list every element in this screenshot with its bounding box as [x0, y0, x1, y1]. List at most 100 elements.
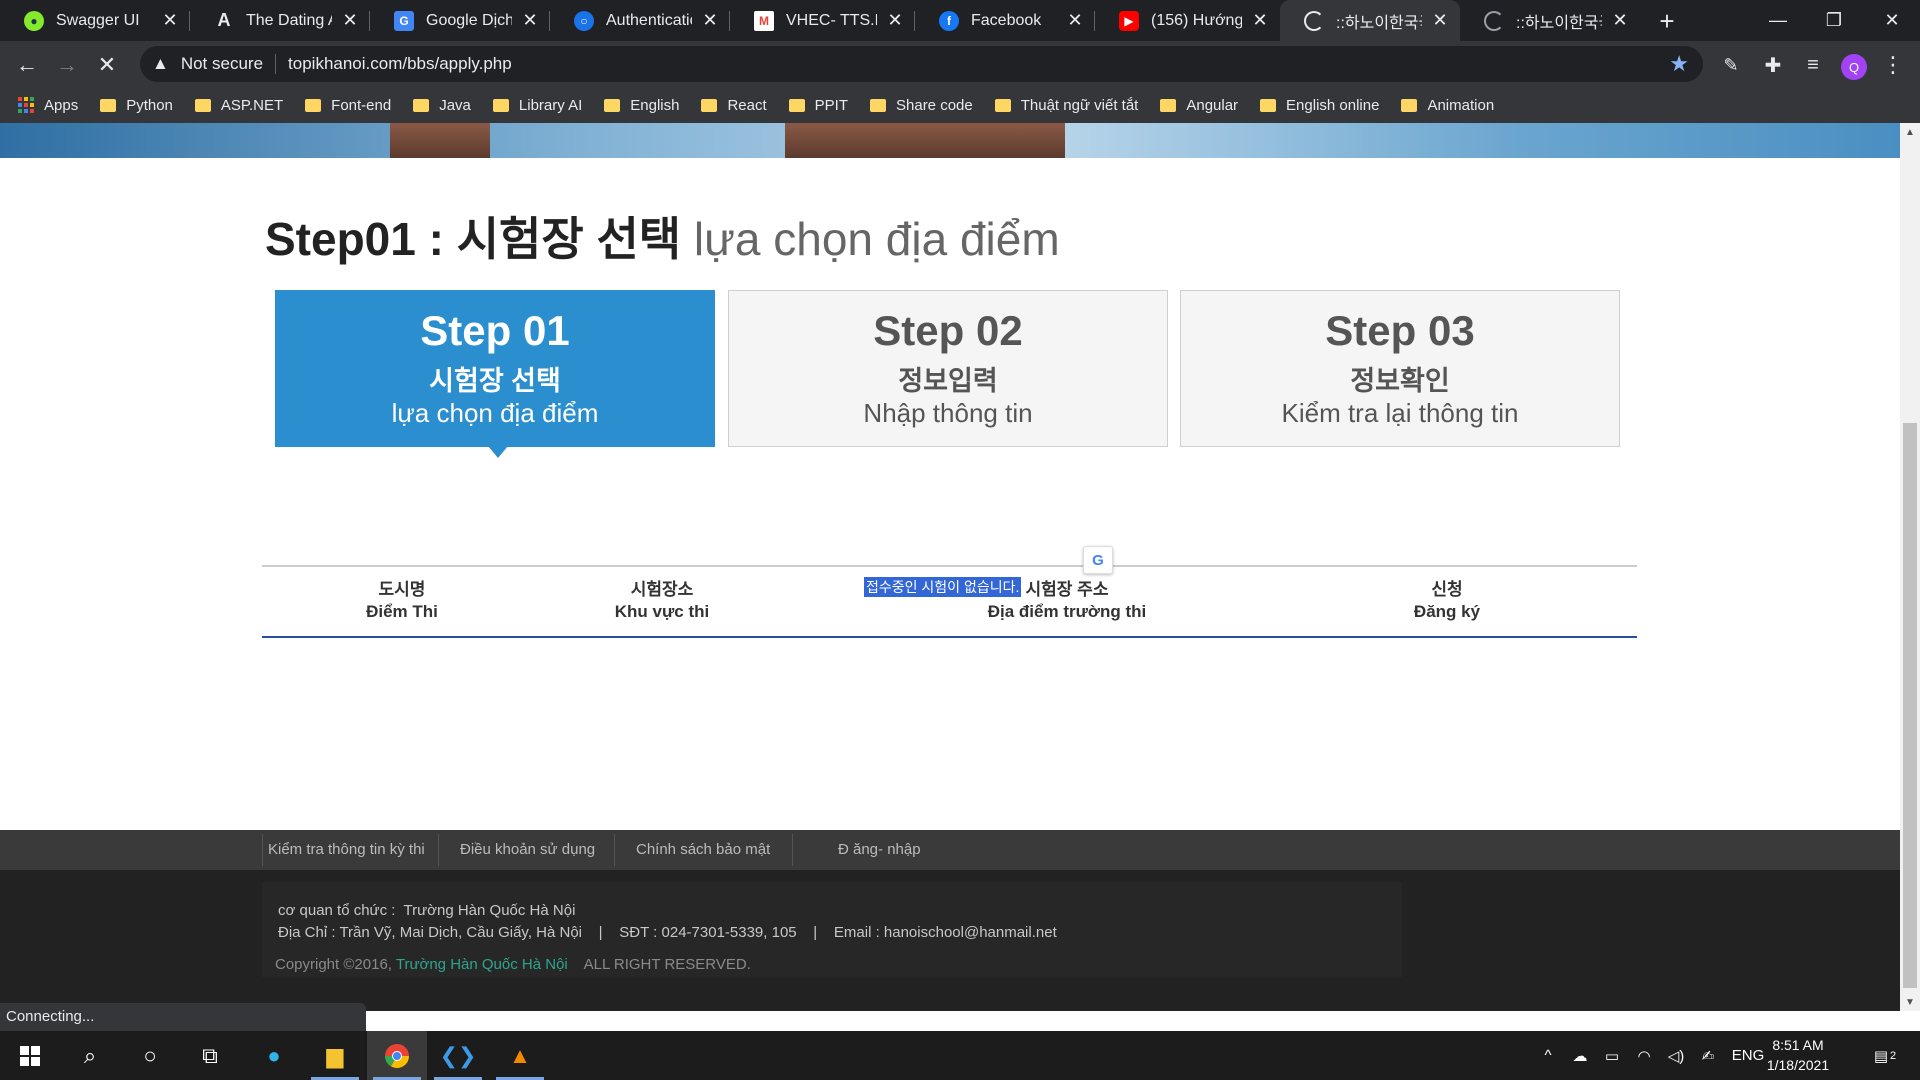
page-title-vietnamese: lựa chọn địa điểm: [693, 213, 1060, 265]
bookmark-english-online[interactable]: English online: [1260, 97, 1379, 114]
folder-icon: [100, 98, 117, 112]
bookmark-library-ai[interactable]: Library AI: [492, 96, 583, 114]
close-window-button[interactable]: ✕: [1864, 0, 1920, 41]
tab-topik-active[interactable]: ::하노이한국국 ✕: [1280, 0, 1460, 41]
close-icon[interactable]: ✕: [1250, 10, 1270, 31]
bookmark-share-code[interactable]: Share code: [870, 97, 973, 114]
bookmark-label: ASP.NET: [220, 96, 284, 114]
step-01-box[interactable]: Step 01 시험장 선택 lựa chọn địa điểm: [275, 290, 715, 458]
folder-icon: [413, 98, 430, 112]
tab-topik[interactable]: ::하노이한국국 ✕: [1460, 0, 1640, 41]
close-icon[interactable]: ✕: [1430, 10, 1450, 31]
file-explorer-icon[interactable]: ▆: [305, 1031, 365, 1080]
task-view-icon[interactable]: ⧉: [180, 1031, 240, 1080]
pen-extension-icon[interactable]: ✎: [1714, 48, 1748, 82]
vlc-icon[interactable]: ▲: [490, 1031, 550, 1080]
more-menu-icon[interactable]: ⋮: [1876, 48, 1910, 82]
bookmark-react[interactable]: React: [701, 97, 767, 114]
security-label[interactable]: Not secure: [181, 54, 263, 74]
empty-table-message: 접수중인 시험이 없습니다.: [864, 577, 1022, 597]
cortana-icon[interactable]: ○: [120, 1031, 180, 1080]
tab-title: Google Dịch: [426, 11, 512, 29]
clock-date: 1/18/2021: [1766, 1057, 1830, 1073]
footer-org-label: cơ quan tổ chức :: [278, 902, 396, 919]
copyright-prefix: Copyright ©2016,: [275, 956, 392, 973]
page-scrollbar[interactable]: ▲ ▼: [1900, 123, 1920, 1011]
close-icon[interactable]: ✕: [1610, 10, 1630, 31]
column-header-korean: 신청: [1431, 580, 1463, 599]
search-icon[interactable]: ⌕: [60, 1031, 120, 1080]
close-icon[interactable]: ✕: [885, 10, 905, 31]
minimize-button[interactable]: —: [1750, 0, 1806, 41]
onedrive-icon[interactable]: ☁: [1564, 1031, 1596, 1080]
bookmark-label: English: [630, 96, 680, 114]
footer-link-privacy[interactable]: Chính sách bảo mật: [636, 830, 770, 870]
forward-button[interactable]: →: [50, 48, 84, 82]
google-translate-popup-icon[interactable]: G: [1083, 546, 1113, 574]
taskbar-clock[interactable]: 8:51 AM 1/18/2021: [1760, 1035, 1836, 1075]
step-number: Step 03: [1325, 307, 1475, 354]
volume-icon[interactable]: ◁): [1660, 1031, 1692, 1080]
step-02-box[interactable]: Step 02 정보입력 Nhập thông tin: [728, 290, 1168, 447]
footer-email-value[interactable]: hanoischool@hanmail.net: [884, 924, 1057, 941]
tab-facebook[interactable]: f Facebook ✕: [915, 0, 1095, 41]
bookmark-aspnet[interactable]: ASP.NET: [194, 96, 284, 114]
bookmark-angular[interactable]: Angular: [1160, 97, 1238, 114]
tab-google-translate[interactable]: G Google Dịch ✕: [370, 0, 550, 41]
bookmark-apps[interactable]: Apps: [18, 97, 78, 114]
tab-youtube[interactable]: ▶ (156) Hướng dẫn ✕: [1095, 0, 1280, 41]
scroll-down-arrow-icon[interactable]: ▼: [1900, 993, 1920, 1011]
close-icon[interactable]: ✕: [160, 10, 180, 31]
tab-authentication[interactable]: ○ Authentication ✕: [550, 0, 730, 41]
bookmark-label: Apps: [44, 96, 79, 114]
tab-vhec[interactable]: M VHEC- TTS.NET ✕: [730, 0, 915, 41]
bookmark-ppit[interactable]: PPIT: [788, 97, 848, 114]
scrollbar-thumb[interactable]: [1903, 423, 1917, 988]
extensions-puzzle-icon[interactable]: ✚: [1756, 48, 1790, 82]
url-text[interactable]: topikhanoi.com/bbs/apply.php: [288, 54, 512, 74]
step-03-box[interactable]: Step 03 정보확인 Kiểm tra lại thông tin: [1180, 290, 1620, 447]
tray-expand-icon[interactable]: ^: [1532, 1031, 1564, 1080]
address-bar[interactable]: ▲ Not secure topikhanoi.com/bbs/apply.ph…: [140, 46, 1703, 82]
warning-icon[interactable]: ▲: [152, 54, 169, 74]
vscode-icon[interactable]: ❮❯: [428, 1031, 488, 1080]
profile-avatar[interactable]: Q: [1841, 54, 1867, 80]
stop-loading-button[interactable]: ✕: [90, 48, 124, 82]
pen-workspace-icon[interactable]: ✍: [1692, 1031, 1724, 1080]
bookmark-star-icon[interactable]: ★: [1669, 51, 1689, 77]
folder-icon: [1401, 98, 1418, 112]
battery-icon[interactable]: ▭: [1596, 1031, 1628, 1080]
copyright-link[interactable]: Trường Hàn Quốc Hà Nội: [396, 956, 568, 973]
footer-email-label: Email :: [833, 924, 880, 941]
bookmark-font-end[interactable]: Font-end: [305, 97, 391, 114]
bookmark-java[interactable]: Java: [413, 97, 471, 114]
bookmark-python[interactable]: Python: [100, 97, 173, 114]
bookmark-label: Library AI: [518, 96, 583, 114]
media-control-icon[interactable]: ≡: [1796, 48, 1830, 82]
bookmark-animation[interactable]: Animation: [1401, 97, 1494, 114]
chrome-icon[interactable]: [367, 1031, 427, 1080]
footer-link-exam-info[interactable]: Kiểm tra thông tin kỳ thi: [268, 830, 425, 870]
restore-button[interactable]: ❐: [1806, 0, 1862, 41]
close-icon[interactable]: ✕: [520, 10, 540, 31]
tab-swagger[interactable]: ● Swagger UI ✕: [0, 0, 190, 41]
folder-icon: [701, 98, 718, 112]
footer-link-terms[interactable]: Điều khoản sử dụng: [460, 830, 595, 870]
new-tab-button[interactable]: +: [1651, 5, 1683, 37]
tab-dating-app[interactable]: A The Dating App ✕: [190, 0, 370, 41]
back-button[interactable]: ←: [10, 48, 44, 82]
windows-start-icon[interactable]: [0, 1031, 60, 1080]
close-icon[interactable]: ✕: [1065, 10, 1085, 31]
scroll-up-arrow-icon[interactable]: ▲: [1900, 123, 1920, 141]
page-title-korean: Step01 : 시험장 선택: [265, 213, 682, 265]
wifi-icon[interactable]: ◠: [1628, 1031, 1660, 1080]
youtube-icon: ▶: [1119, 10, 1139, 31]
close-icon[interactable]: ✕: [700, 10, 720, 31]
bookmark-thuat-ngu[interactable]: Thuật ngữ viết tắt: [994, 97, 1138, 114]
notification-center-icon[interactable]: ▤ 2: [1860, 1031, 1910, 1080]
bookmark-english[interactable]: English: [604, 97, 679, 114]
close-icon[interactable]: ✕: [340, 10, 360, 31]
footer-contact-line: Địa Chỉ : Trần Vỹ, Mai Dịch, Cầu Giấy, H…: [278, 924, 1057, 941]
edge-icon[interactable]: ●: [244, 1031, 304, 1080]
footer-link-login[interactable]: Đ ăng- nhập: [838, 830, 921, 870]
